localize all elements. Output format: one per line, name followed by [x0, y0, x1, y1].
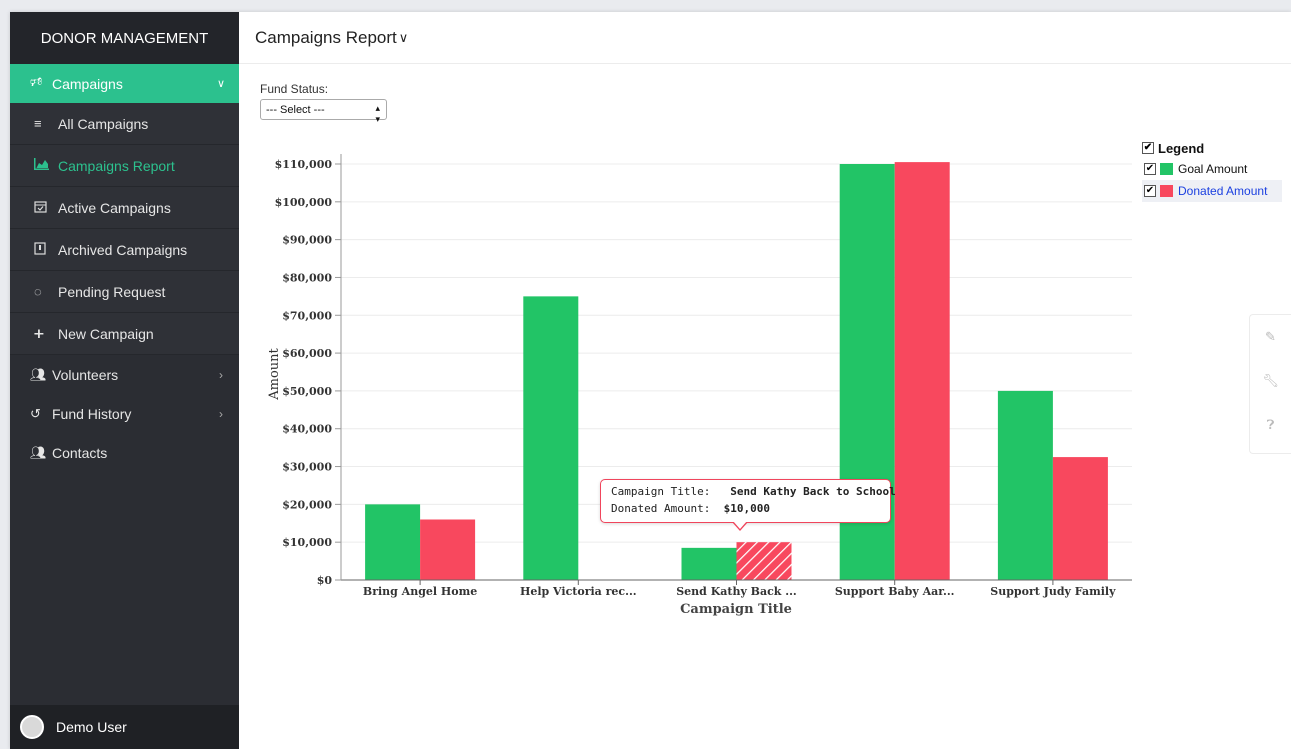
checkbox-checked-icon[interactable]: ✔: [1142, 142, 1154, 154]
sidebar-item-all-campaigns[interactable]: ≡ All Campaigns: [10, 103, 239, 145]
users-icon: 👥︎: [30, 366, 47, 382]
app-window: DONOR MANAGEMENT 🕫︎ Campaigns ∨ ≡ All Ca…: [10, 12, 1291, 749]
y-tick-label: $80,000: [282, 271, 332, 284]
checkbox-checked-icon[interactable]: ✔: [1144, 163, 1156, 175]
sidebar-item-label: Archived Campaigns: [58, 241, 188, 258]
sidebar-item-fund-history[interactable]: ↺ Fund History ›: [10, 394, 239, 433]
sidebar-item-contacts[interactable]: 👥︎ Contacts: [10, 433, 239, 472]
y-tick-label: $50,000: [282, 385, 332, 398]
sidebar-item-label: Volunteers: [52, 366, 119, 383]
sidebar-item-label: Contacts: [52, 444, 108, 461]
pencil-icon[interactable]: ✎: [1250, 315, 1291, 359]
legend-label: Donated Amount: [1178, 184, 1268, 198]
sidebar-item-archived-campaigns[interactable]: Archived Campaigns: [10, 229, 239, 271]
chevron-right-icon: ›: [219, 406, 223, 421]
main-content: Campaigns Report ∨ Fund Status: --- Sele…: [239, 12, 1291, 749]
tooltip-title-value: Send Kathy Back to School: [730, 485, 896, 498]
page-header: Campaigns Report ∨: [239, 12, 1291, 64]
nav-group-campaigns[interactable]: 🕫︎ Campaigns ∨: [10, 64, 239, 103]
help-icon[interactable]: ❓︎: [1250, 403, 1291, 447]
chevron-down-icon[interactable]: ∨: [399, 30, 409, 46]
bar-donated-amount: [1052, 457, 1108, 580]
sidebar-item-active-campaigns[interactable]: Active Campaigns: [10, 187, 239, 229]
y-tick-label: $90,000: [282, 234, 332, 247]
sidebar-item-pending-request[interactable]: ◌ Pending Request: [10, 271, 239, 313]
tooltip-title-label: Campaign Title:: [611, 485, 711, 498]
sidebar-item-label: Active Campaigns: [58, 199, 171, 216]
x-tick-label: Help Victoria rec...: [520, 585, 637, 598]
chevron-right-icon: ›: [219, 367, 223, 382]
chart-tooltip: Campaign Title: Send Kathy Back to Schoo…: [600, 479, 896, 531]
user-name: Demo User: [56, 719, 127, 735]
checkbox-checked-icon[interactable]: ✔: [1144, 185, 1156, 197]
sidebar-item-label: All Campaigns: [58, 115, 149, 132]
sidebar-item-campaigns-report[interactable]: Campaigns Report: [10, 145, 239, 187]
history-icon: ↺: [30, 405, 41, 421]
chevron-down-icon: ∨: [216, 78, 225, 90]
calendar-check-icon: [34, 200, 58, 216]
wrench-icon[interactable]: 🔧︎: [1250, 359, 1291, 403]
sidebar-item-label: Pending Request: [58, 283, 166, 300]
sidebar-item-new-campaign[interactable]: ➕︎ New Campaign: [10, 313, 239, 355]
area-chart-icon: [34, 158, 58, 173]
legend-label: Goal Amount: [1178, 162, 1248, 176]
y-tick-label: $110,000: [275, 158, 333, 171]
bar-goal-amount: [523, 296, 579, 580]
legend-header[interactable]: ✔ Legend: [1142, 138, 1282, 158]
y-tick-label: $40,000: [282, 423, 332, 436]
legend-item-goal-amount[interactable]: ✔ Goal Amount: [1142, 158, 1282, 180]
x-tick-label: Send Kathy Back ...: [676, 585, 797, 598]
y-tick-label: $30,000: [282, 461, 332, 474]
users-icon: 👥︎: [30, 444, 47, 460]
tooltip-arrow-fill: [733, 521, 747, 529]
sidebar-item-label: New Campaign: [58, 325, 154, 342]
legend-item-donated-amount[interactable]: ✔ Donated Amount: [1142, 180, 1282, 202]
archive-file-icon: [34, 241, 58, 258]
legend-title: Legend: [1158, 140, 1205, 156]
y-tick-label: $70,000: [282, 309, 332, 322]
sidebar-item-label: Campaigns Report: [58, 157, 175, 174]
tooltip-amount-value: $10,000: [723, 502, 770, 515]
bar-goal-amount: [681, 547, 737, 580]
plus-icon: ➕︎: [34, 325, 44, 341]
sidebar-item-label: Fund History: [52, 405, 132, 422]
tooltip-amount-label: Donated Amount:: [611, 502, 711, 515]
campaigns-bar-chart: $0 $10,000 $20,000 $30,000 $40,000 $50,000 $60…: [267, 154, 1132, 617]
x-tick-label: Support Baby Aar...: [835, 585, 955, 598]
avatar: [20, 715, 44, 739]
y-tick-label: $100,000: [275, 196, 333, 209]
bar-goal-amount: [997, 390, 1053, 580]
y-tick-label: $10,000: [282, 536, 332, 549]
spinner-icon: ◌: [34, 284, 42, 299]
y-tick-label: $0: [317, 574, 333, 587]
y-tick-label: $20,000: [282, 498, 332, 511]
nav-group-label: Campaigns: [52, 75, 123, 92]
y-tick-label: $60,000: [282, 347, 332, 360]
bar-donated-amount: [420, 519, 476, 580]
brand-title: DONOR MANAGEMENT: [10, 12, 239, 64]
x-tick-label: Bring Angel Home: [363, 585, 477, 598]
megaphone-icon: 🕫︎: [30, 73, 43, 89]
sidebar: DONOR MANAGEMENT 🕫︎ Campaigns ∨ ≡ All Ca…: [10, 12, 239, 749]
legend-swatch: [1160, 185, 1173, 197]
x-axis-title: Campaign Title: [680, 602, 792, 617]
y-axis-title: Amount: [267, 347, 282, 400]
chart-legend: ✔ Legend ✔ Goal Amount ✔ Donated Amount: [1142, 138, 1282, 202]
bar-donated-amount: [894, 162, 950, 580]
x-tick-label: Support Judy Family: [990, 585, 1116, 598]
list-icon: ≡: [34, 116, 42, 131]
sidebar-item-volunteers[interactable]: 👥︎ Volunteers ›: [10, 355, 239, 394]
user-profile[interactable]: Demo User: [10, 705, 239, 749]
bar-donated-amount: [736, 542, 792, 580]
legend-swatch: [1160, 163, 1173, 175]
chart-tools-panel: ✎ 🔧︎ ❓︎: [1249, 314, 1291, 454]
page-title[interactable]: Campaigns Report: [255, 28, 397, 48]
bar-goal-amount: [365, 504, 421, 580]
